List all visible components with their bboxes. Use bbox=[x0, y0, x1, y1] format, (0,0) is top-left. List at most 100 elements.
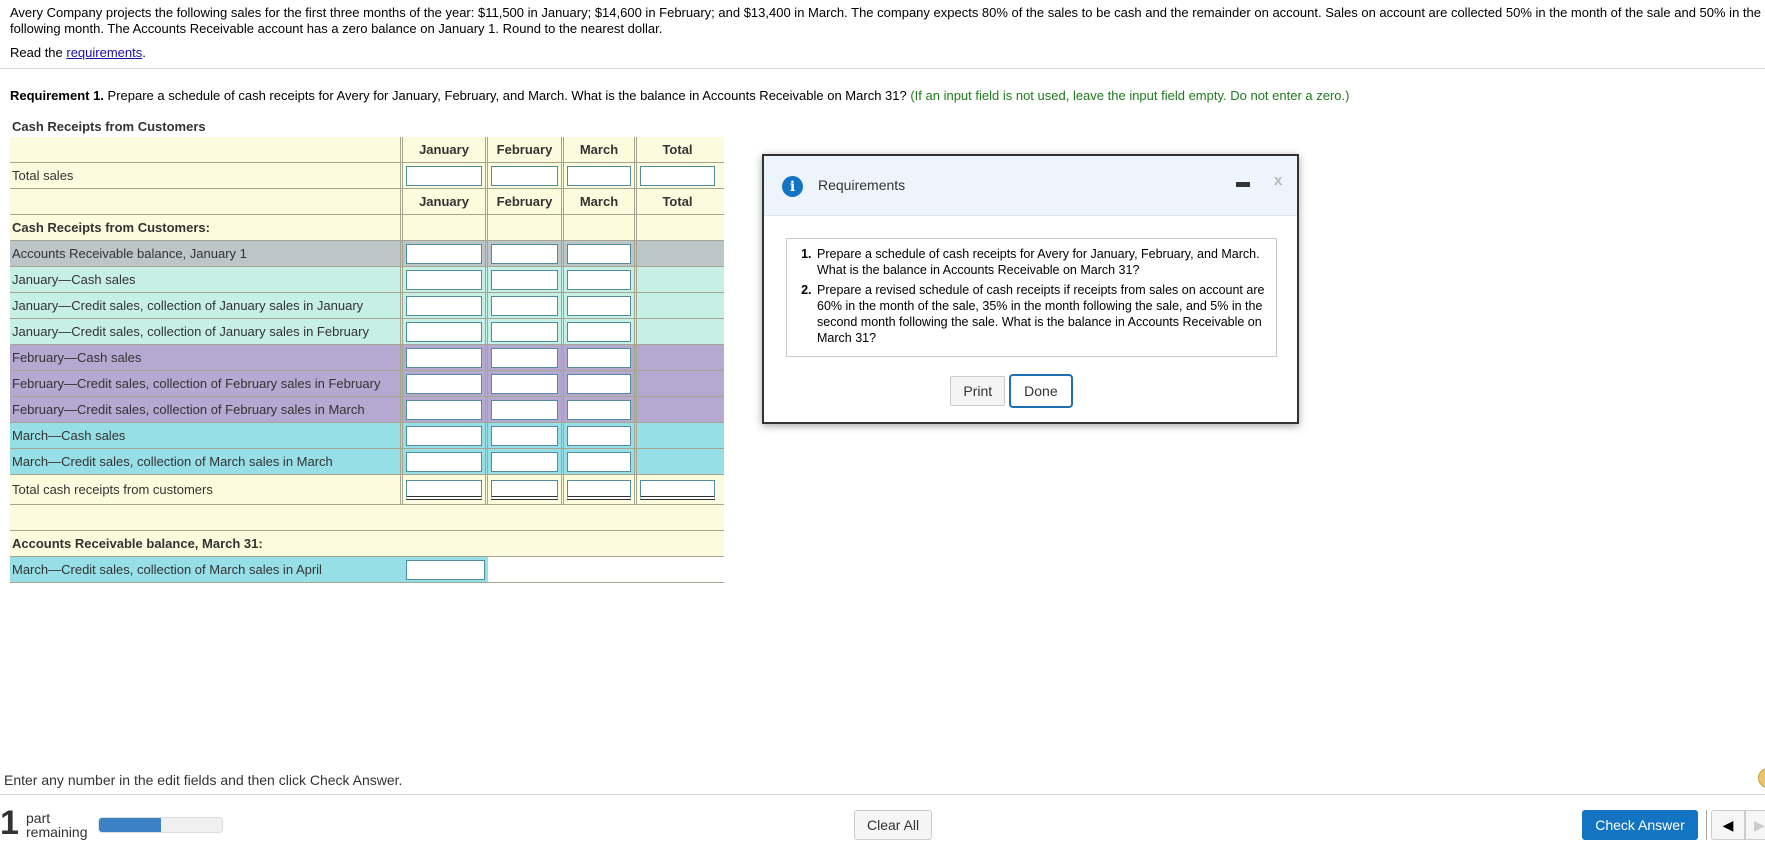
february-input[interactable] bbox=[491, 373, 558, 394]
col-header-march: March bbox=[564, 137, 637, 162]
requirements-list-box: Prepare a schedule of cash receipts for … bbox=[786, 238, 1277, 357]
row-label: February—Credit sales, collection of Feb… bbox=[10, 397, 403, 422]
help-coin-icon[interactable] bbox=[1758, 768, 1765, 788]
dialog-header: i Requirements x bbox=[764, 156, 1297, 216]
january-input[interactable] bbox=[406, 399, 482, 420]
cash-receipts-schedule: January February March Total Total sales… bbox=[10, 137, 724, 583]
january-input[interactable] bbox=[406, 243, 482, 264]
january-input[interactable] bbox=[406, 347, 482, 368]
january-input[interactable] bbox=[406, 425, 482, 446]
table-row: March—Cash sales bbox=[10, 423, 724, 449]
requirement-label: Requirement 1. bbox=[10, 88, 104, 103]
col-header-total: Total bbox=[662, 142, 693, 157]
instruction-text: Enter any number in the edit fields and … bbox=[4, 772, 403, 788]
february-input[interactable] bbox=[491, 321, 558, 342]
february-input[interactable] bbox=[491, 451, 558, 472]
previous-arrow-icon[interactable]: ◀ bbox=[1711, 810, 1745, 840]
row-label: February—Credit sales, collection of Feb… bbox=[10, 371, 403, 396]
requirement-note: (If an input field is not used, leave th… bbox=[910, 88, 1350, 103]
header-blank bbox=[10, 189, 403, 214]
section-label: Cash Receipts from Customers: bbox=[10, 215, 403, 240]
divider bbox=[0, 68, 1765, 69]
february-input[interactable] bbox=[491, 243, 558, 264]
row-label: January—Cash sales bbox=[10, 267, 403, 292]
row-label: January—Credit sales, collection of Janu… bbox=[10, 319, 403, 344]
requirement-item: Prepare a revised schedule of cash recei… bbox=[815, 282, 1266, 346]
total-receipts-january-input[interactable] bbox=[406, 479, 482, 500]
table-row: January—Cash sales bbox=[10, 267, 724, 293]
header-row: January February March Total bbox=[10, 189, 724, 215]
col-header-total: Total bbox=[662, 194, 693, 209]
january-input[interactable] bbox=[406, 269, 482, 290]
progress-bar bbox=[98, 817, 223, 833]
requirement-1-prompt: Requirement 1. Prepare a schedule of cas… bbox=[10, 88, 1349, 103]
february-input[interactable] bbox=[491, 399, 558, 420]
read-requirements: Read the requirements. bbox=[10, 45, 146, 60]
february-input[interactable] bbox=[491, 295, 558, 316]
row-label: Total sales bbox=[10, 163, 403, 188]
requirements-link[interactable]: requirements bbox=[66, 45, 142, 60]
problem-statement: Avery Company projects the following sal… bbox=[10, 5, 1761, 36]
requirement-item: Prepare a schedule of cash receipts for … bbox=[815, 246, 1266, 278]
march-input[interactable] bbox=[567, 243, 631, 264]
requirement-text: Prepare a schedule of cash receipts for … bbox=[103, 88, 911, 103]
february-input[interactable] bbox=[491, 347, 558, 368]
divider bbox=[0, 794, 1765, 795]
ar-row: March—Credit sales, collection of March … bbox=[10, 557, 724, 583]
minimize-icon[interactable] bbox=[1236, 182, 1250, 187]
total-receipts-february-input[interactable] bbox=[491, 479, 558, 500]
march-input[interactable] bbox=[567, 451, 631, 472]
march-input[interactable] bbox=[567, 399, 631, 420]
parts-remaining-count: 1 bbox=[0, 804, 19, 842]
january-input[interactable] bbox=[406, 295, 482, 316]
read-suffix: . bbox=[142, 45, 146, 60]
total-sales-total-input[interactable] bbox=[640, 165, 715, 186]
march-input[interactable] bbox=[567, 295, 631, 316]
january-input[interactable] bbox=[406, 451, 482, 472]
row-label: February—Cash sales bbox=[10, 345, 403, 370]
read-prefix: Read the bbox=[10, 45, 67, 60]
march-input[interactable] bbox=[567, 425, 631, 446]
separator bbox=[1706, 810, 1707, 840]
close-icon[interactable]: x bbox=[1274, 172, 1282, 189]
march-input[interactable] bbox=[567, 321, 631, 342]
row-label: Total cash receipts from customers bbox=[10, 475, 403, 504]
total-sales-february-input[interactable] bbox=[491, 165, 558, 186]
ar-march31-input[interactable] bbox=[406, 559, 485, 580]
row-label: March—Credit sales, collection of March … bbox=[10, 557, 403, 582]
row-label: March—Cash sales bbox=[10, 423, 403, 448]
col-header-march: March bbox=[564, 189, 637, 214]
total-receipts-row: Total cash receipts from customers bbox=[10, 475, 724, 505]
total-sales-march-input[interactable] bbox=[567, 165, 631, 186]
row-label: Accounts Receivable balance, January 1 bbox=[10, 241, 403, 266]
dialog-title: Requirements bbox=[818, 177, 906, 193]
done-button[interactable]: Done bbox=[1009, 374, 1073, 408]
col-header-february: February bbox=[488, 189, 564, 214]
february-input[interactable] bbox=[491, 425, 558, 446]
total-receipts-total-input[interactable] bbox=[640, 479, 715, 500]
section-row: Cash Receipts from Customers: bbox=[10, 215, 724, 241]
table-row: February—Cash sales bbox=[10, 345, 724, 371]
row-label: January—Credit sales, collection of Janu… bbox=[10, 293, 403, 318]
check-answer-button[interactable]: Check Answer bbox=[1582, 810, 1698, 840]
next-arrow-icon[interactable]: ▶ bbox=[1745, 810, 1765, 840]
table-row: Accounts Receivable balance, January 1 bbox=[10, 241, 724, 267]
total-sales-row: Total sales bbox=[10, 163, 724, 189]
print-button[interactable]: Print bbox=[950, 376, 1006, 406]
clear-all-button[interactable]: Clear All bbox=[854, 810, 933, 840]
total-sales-january-input[interactable] bbox=[406, 165, 482, 186]
february-input[interactable] bbox=[491, 269, 558, 290]
march-input[interactable] bbox=[567, 347, 631, 368]
march-input[interactable] bbox=[567, 373, 631, 394]
january-input[interactable] bbox=[406, 373, 482, 394]
march-input[interactable] bbox=[567, 269, 631, 290]
header-blank bbox=[10, 137, 403, 162]
section-label: Accounts Receivable balance, March 31: bbox=[12, 536, 263, 551]
table-title: Cash Receipts from Customers bbox=[12, 119, 206, 134]
january-input[interactable] bbox=[406, 321, 482, 342]
total-receipts-march-input[interactable] bbox=[567, 479, 631, 500]
table-row: February—Credit sales, collection of Feb… bbox=[10, 397, 724, 423]
col-header-january: January bbox=[403, 137, 488, 162]
parts-remaining-label: part remaining bbox=[26, 811, 87, 839]
table-row: February—Credit sales, collection of Feb… bbox=[10, 371, 724, 397]
